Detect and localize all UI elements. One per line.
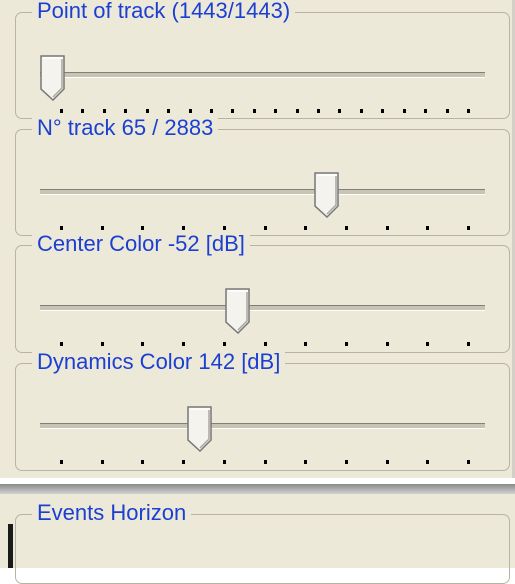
tick-mark — [381, 109, 385, 113]
tick-mark — [385, 460, 389, 464]
tick-mark — [344, 342, 348, 346]
tick-mark — [424, 109, 428, 113]
slider-panel: Point of track (1443/1443) N° track 65 / … — [0, 0, 515, 478]
tick-mark — [222, 342, 226, 346]
slider-ticks — [16, 460, 509, 465]
tick-mark — [60, 460, 63, 464]
slider-ticks — [16, 342, 509, 347]
tick-mark — [263, 460, 267, 464]
tick-mark — [467, 342, 470, 346]
tick-mark — [100, 342, 104, 346]
tick-mark — [81, 109, 85, 113]
tick-mark — [263, 342, 267, 346]
tick-mark — [167, 109, 171, 113]
tick-mark — [100, 460, 104, 464]
tick-mark — [295, 109, 299, 113]
tick-mark — [317, 109, 321, 113]
slider-thumb[interactable] — [187, 406, 213, 452]
track-number-group: N° track 65 / 2883 — [15, 115, 510, 236]
tick-mark — [222, 460, 226, 464]
tick-mark — [182, 226, 186, 230]
slider-track[interactable] — [40, 305, 485, 311]
dynamics-color-group: Dynamics Color 142 [dB] — [15, 349, 510, 471]
center-color-group: Center Color -52 [dB] — [15, 231, 510, 353]
slider-thumb[interactable] — [40, 55, 66, 101]
tick-mark — [60, 342, 63, 346]
tick-mark — [182, 342, 186, 346]
tick-mark — [304, 226, 308, 230]
tick-mark — [304, 342, 308, 346]
tick-mark — [426, 460, 430, 464]
tick-mark — [467, 460, 470, 464]
tick-mark — [359, 109, 363, 113]
tick-mark — [60, 226, 63, 230]
tick-mark — [188, 109, 192, 113]
events-horizon-group: Events Horizon — [15, 500, 510, 584]
tick-mark — [304, 460, 308, 464]
point-of-track-slider[interactable] — [16, 13, 509, 118]
tick-mark — [60, 109, 63, 113]
tick-mark — [141, 460, 145, 464]
slider-track[interactable] — [40, 423, 485, 429]
tick-mark — [274, 109, 278, 113]
tick-mark — [402, 109, 406, 113]
tick-mark — [252, 109, 256, 113]
tick-mark — [445, 109, 449, 113]
tick-mark — [385, 342, 389, 346]
tick-mark — [141, 342, 145, 346]
slider-thumb[interactable] — [225, 288, 251, 334]
slider-thumb[interactable] — [313, 172, 340, 218]
tick-mark — [263, 226, 267, 230]
tick-mark — [426, 342, 430, 346]
dynamics-color-slider[interactable] — [16, 364, 509, 470]
tick-mark — [385, 226, 389, 230]
events-horizon-label: Events Horizon — [32, 500, 192, 526]
tick-mark — [467, 109, 470, 113]
tick-mark — [338, 109, 342, 113]
track-number-slider[interactable] — [16, 130, 509, 235]
slider-ticks — [16, 109, 509, 114]
tick-mark — [222, 226, 226, 230]
tick-mark — [141, 226, 145, 230]
panel-divider[interactable] — [0, 484, 515, 494]
tick-mark — [102, 109, 106, 113]
events-panel: Events Horizon — [0, 494, 515, 584]
tick-mark — [344, 460, 348, 464]
slider-track[interactable] — [40, 189, 485, 195]
tick-mark — [182, 460, 186, 464]
tick-mark — [426, 226, 430, 230]
tick-mark — [124, 109, 128, 113]
center-color-slider[interactable] — [16, 246, 509, 352]
tick-mark — [231, 109, 235, 113]
tick-mark — [100, 226, 104, 230]
tick-mark — [209, 109, 213, 113]
slider-track[interactable] — [40, 72, 485, 78]
tick-mark — [467, 226, 470, 230]
tick-mark — [344, 226, 348, 230]
point-of-track-group: Point of track (1443/1443) — [15, 0, 510, 119]
tick-mark — [145, 109, 149, 113]
panel-marker — [8, 524, 13, 568]
